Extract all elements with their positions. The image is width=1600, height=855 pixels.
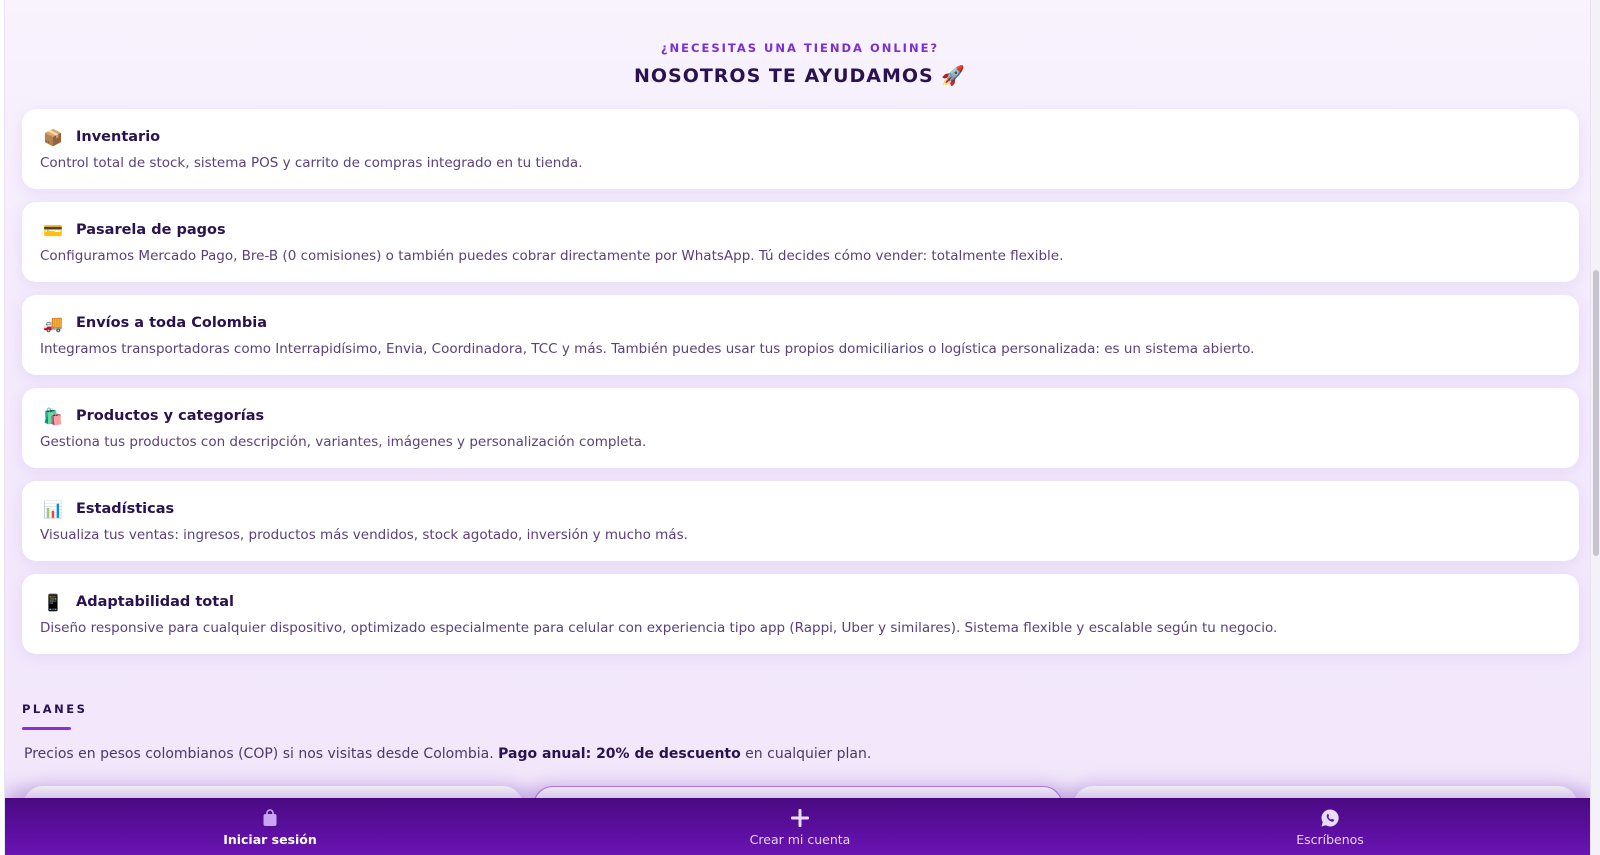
section-eyebrow: ¿NECESITAS UNA TIENDA ONLINE? [660, 41, 940, 55]
shopping-bags-icon: 🛍️ [43, 406, 63, 426]
plans-note-text: Precios en pesos colombianos (COP) si no… [24, 746, 499, 762]
landing-page: ¿NECESITAS UNA TIENDA ONLINE? NOSOTROS T… [4, 0, 1594, 855]
feature-title: Estadísticas [76, 501, 175, 517]
credit-card-icon: 💳 [43, 220, 63, 240]
feature-description: Control total de stock, sistema POS y ca… [40, 155, 583, 171]
mobile-phone-icon: 📱 [43, 592, 63, 612]
scrollbar-thumb[interactable] [1593, 270, 1599, 556]
feature-description: Diseño responsive para cualquier disposi… [40, 620, 1278, 636]
bar-chart-icon: 📊 [43, 499, 63, 519]
nav-whatsapp-button[interactable]: Escríbenos [1065, 798, 1594, 855]
feature-list: 📦 Inventario Control total de stock, sis… [22, 109, 1579, 667]
feature-description: Integramos transportadoras como Interrap… [40, 341, 1255, 357]
plans-note-suffix: en cualquier plan. [740, 746, 872, 762]
plans-section-label: PLANES [22, 702, 88, 716]
bottom-navigation: Iniciar sesión Crear mi cuenta Escríbeno… [5, 798, 1594, 855]
nav-create-account-label: Crear mi cuenta [749, 831, 851, 847]
feature-card-adaptabilidad: 📱 Adaptabilidad total Diseño responsive … [22, 574, 1579, 654]
nav-login-label: Iniciar sesión [223, 831, 317, 847]
feature-title: Inventario [76, 129, 161, 145]
feature-card-inventario: 📦 Inventario Control total de stock, sis… [22, 109, 1579, 189]
feature-card-productos: 🛍️ Productos y categorías Gestiona tus p… [22, 388, 1579, 468]
plus-icon [789, 807, 811, 829]
feature-description: Visualiza tus ventas: ingresos, producto… [40, 527, 688, 543]
page-scrollbar[interactable] [1590, 0, 1600, 855]
rocket-icon: 🚀 [941, 65, 967, 87]
feature-card-pagos: 💳 Pasarela de pagos Configuramos Mercado… [22, 202, 1579, 282]
section-heading: NOSOTROS TE AYUDAMOS 🚀 [5, 64, 1594, 87]
nav-create-account-button[interactable]: Crear mi cuenta [535, 798, 1065, 855]
feature-description: Configuramos Mercado Pago, Bre-B (0 comi… [40, 248, 1064, 264]
feature-title: Productos y categorías [76, 408, 265, 424]
package-icon: 📦 [43, 127, 63, 147]
nav-whatsapp-label: Escríbenos [1296, 831, 1364, 847]
plans-underline [22, 727, 71, 730]
plans-pricing-note: Precios en pesos colombianos (COP) si no… [24, 746, 871, 762]
feature-title: Envíos a toda Colombia [76, 315, 268, 331]
whatsapp-icon [1319, 807, 1341, 829]
section-heading-text: NOSOTROS TE AYUDAMOS [633, 65, 934, 87]
plans-note-discount: Pago anual: 20% de descuento [498, 746, 741, 762]
feature-card-envios: 🚚 Envíos a toda Colombia Integramos tran… [22, 295, 1579, 375]
delivery-truck-icon: 🚚 [43, 313, 63, 333]
feature-title: Pasarela de pagos [76, 222, 226, 238]
shopping-bag-icon [259, 807, 281, 829]
feature-title: Adaptabilidad total [76, 594, 234, 610]
nav-login-button[interactable]: Iniciar sesión [5, 798, 535, 855]
feature-description: Gestiona tus productos con descripción, … [40, 434, 647, 450]
feature-card-estadisticas: 📊 Estadísticas Visualiza tus ventas: ing… [22, 481, 1579, 561]
